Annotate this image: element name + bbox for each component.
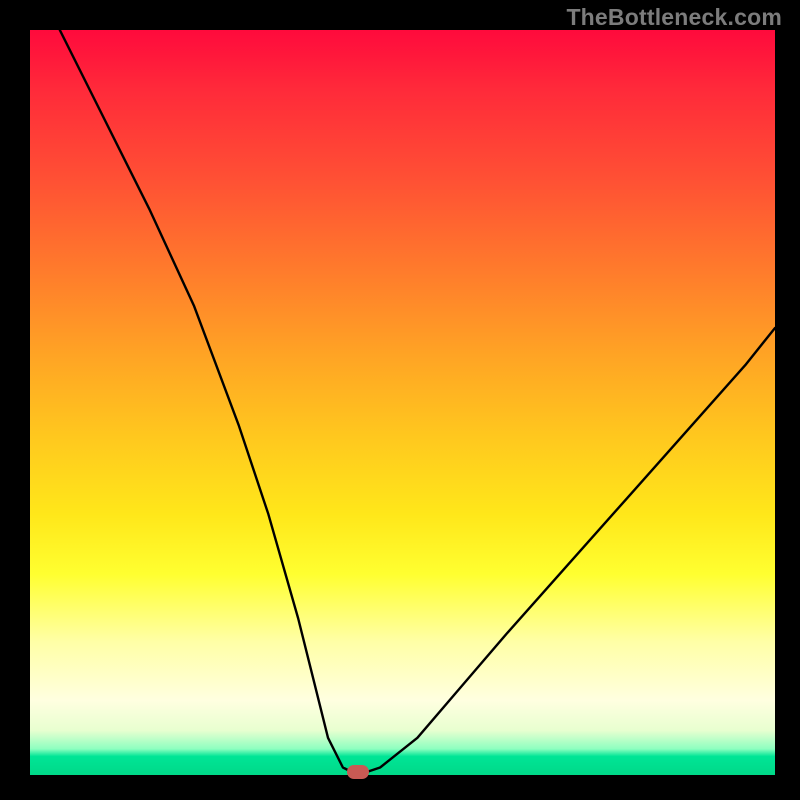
watermark-text: TheBottleneck.com bbox=[566, 4, 782, 31]
chart-container: TheBottleneck.com bbox=[0, 0, 800, 800]
bottleneck-curve bbox=[30, 30, 775, 775]
optimum-marker bbox=[347, 765, 369, 779]
plot-area bbox=[30, 30, 775, 775]
curve-path bbox=[60, 30, 775, 775]
